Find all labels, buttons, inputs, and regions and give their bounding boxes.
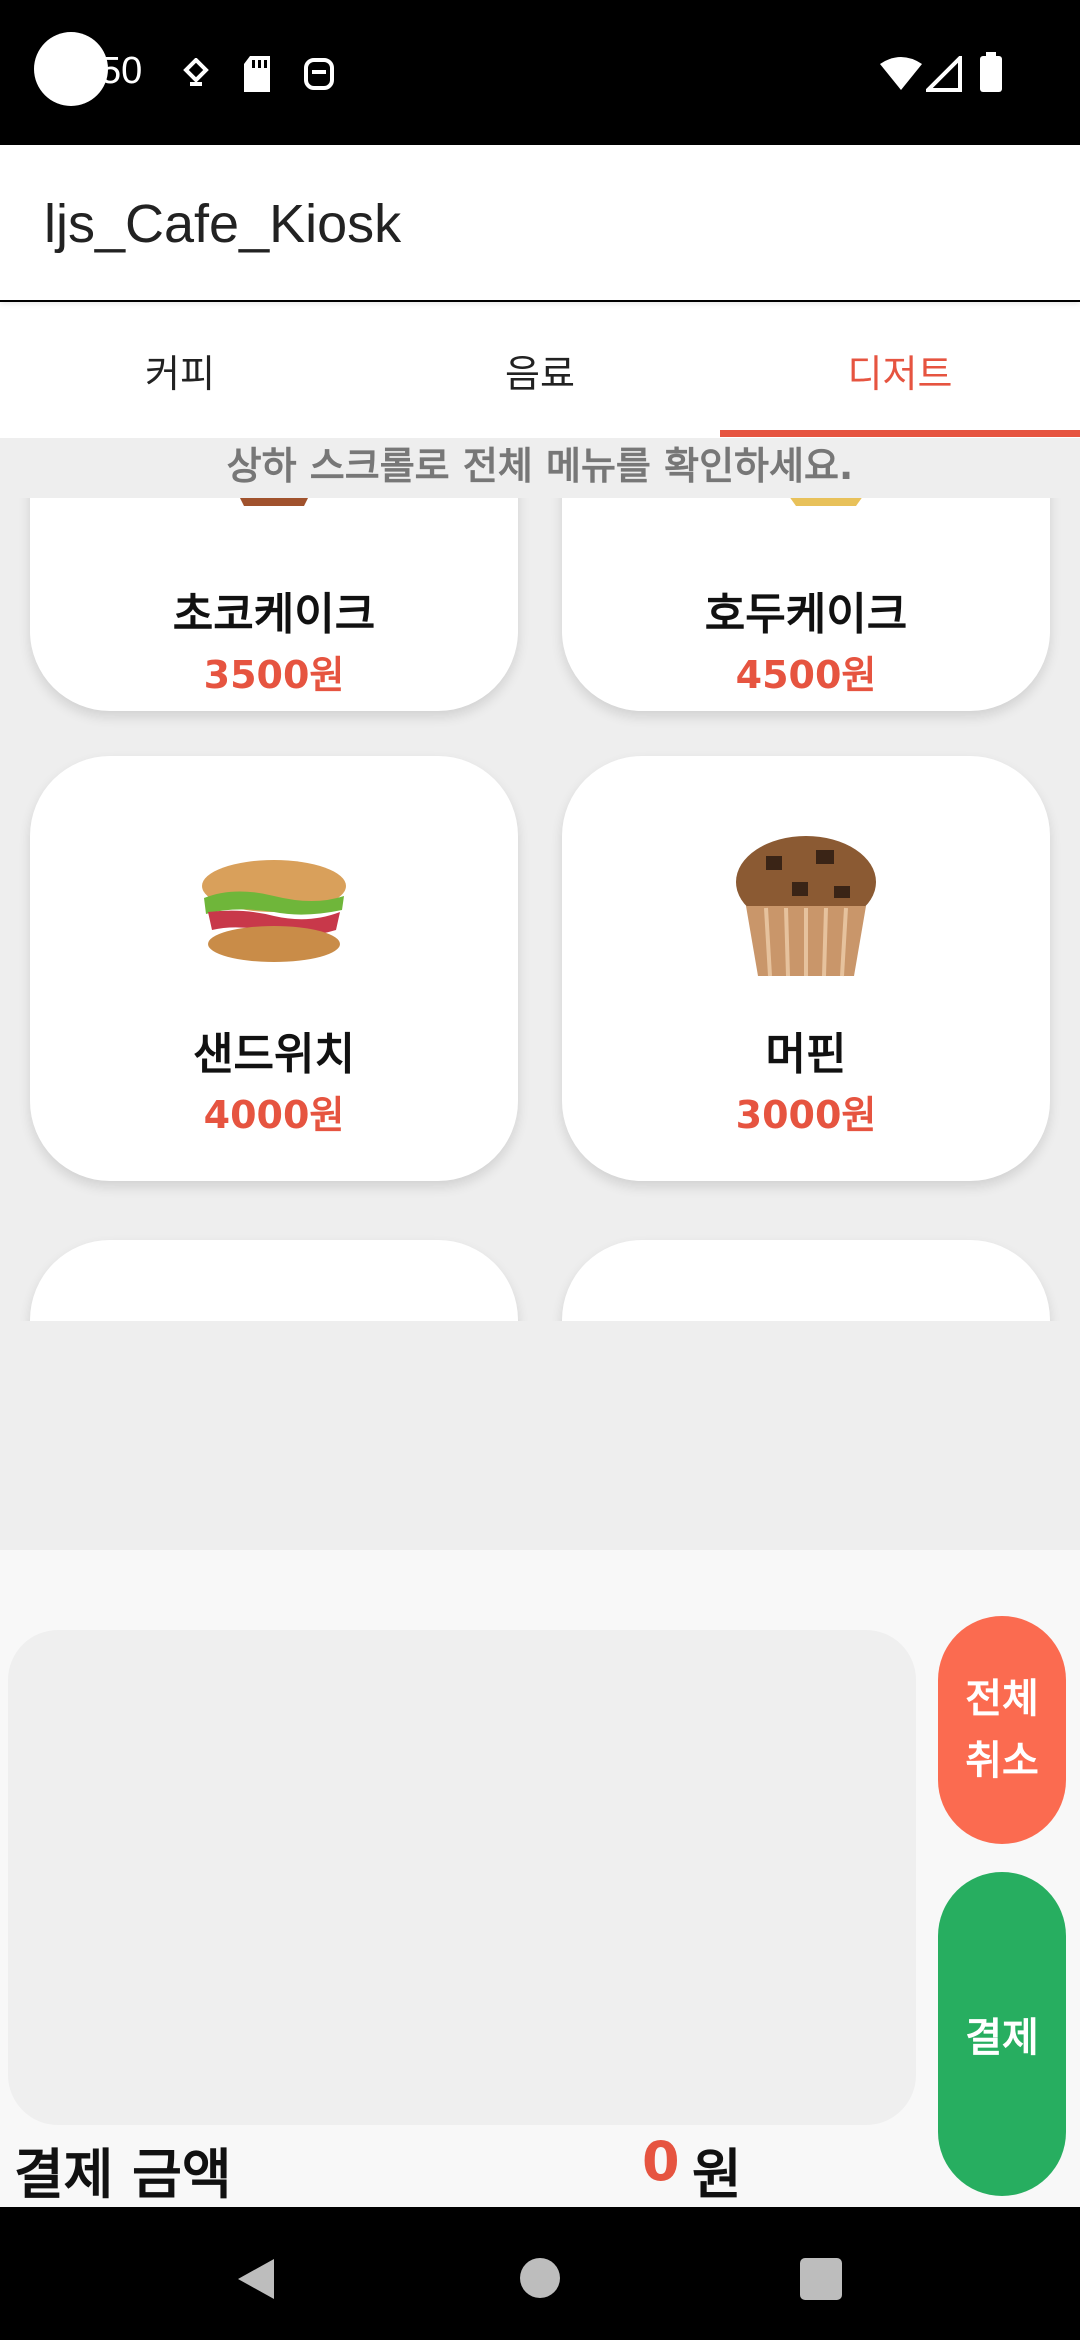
cancel-all-button[interactable]: 전체 취소 [938, 1616, 1066, 1844]
menu-item-name: 샌드위치 [193, 1029, 355, 1080]
tab-coffee[interactable]: 커피 [0, 302, 360, 438]
app-title: ljs_Cafe_Kiosk [44, 194, 402, 254]
menu-item-partial[interactable] [30, 1240, 518, 1321]
menu-item-walnut-cake[interactable]: 호두케이크 4500원 [562, 498, 1050, 711]
face-icon [304, 58, 334, 90]
device-screen: 50 ljs_Cafe_Kiosk 커피 음료 디저트 상하 스크롤로 전체 메… [0, 0, 1080, 2340]
cake-image [240, 498, 308, 506]
menu-item-price: 3500원 [203, 653, 345, 697]
menu-item-muffin[interactable]: 머핀 3000원 [562, 756, 1050, 1181]
scroll-hint: 상하 스크롤로 전체 메뉴를 확인하세요. [0, 438, 1080, 498]
menu-item-name: 초코케이크 [172, 589, 376, 640]
menu-item-price: 4500원 [735, 653, 877, 697]
order-panel: 전체 취소 결제 결제 금액 0 원 [0, 1550, 1080, 2207]
sd-card-icon [244, 56, 270, 92]
notification-icon [183, 58, 209, 86]
tab-indicator [720, 430, 1080, 437]
back-icon[interactable] [236, 2257, 276, 2301]
signal-icon [926, 56, 962, 92]
battery-icon [980, 52, 1002, 92]
tab-beverage[interactable]: 음료 [360, 302, 720, 438]
menu-item-price: 3000원 [735, 1093, 877, 1137]
app-bar: ljs_Cafe_Kiosk [0, 145, 1080, 300]
tab-dessert[interactable]: 디저트 [720, 302, 1080, 438]
status-time: 50 [100, 50, 143, 92]
camera-cutout [34, 32, 108, 106]
total-label: 결제 금액 [14, 2143, 232, 2206]
menu-item-partial[interactable] [562, 1240, 1050, 1321]
pay-button[interactable]: 결제 [938, 1872, 1066, 2196]
cake-image [790, 498, 862, 506]
menu-item-name: 머핀 [765, 1029, 847, 1080]
navigation-bar [0, 2207, 1080, 2340]
recent-apps-icon[interactable] [800, 2258, 842, 2300]
menu-item-sandwich[interactable]: 샌드위치 4000원 [30, 756, 518, 1181]
menu-area[interactable]: 상하 스크롤로 전체 메뉴를 확인하세요. 초코케이크 3500원 호두케이크 … [0, 438, 1080, 1550]
status-bar: 50 [0, 0, 1080, 145]
menu-item-price: 4000원 [203, 1093, 345, 1137]
wifi-icon [880, 57, 922, 90]
category-tabs: 커피 음료 디저트 [0, 302, 1080, 438]
cart-list[interactable] [8, 1630, 916, 2125]
menu-item-chocolate-cake[interactable]: 초코케이크 3500원 [30, 498, 518, 711]
menu-grid[interactable]: 초코케이크 3500원 호두케이크 4500원 샌드위치 4000원 머핀 30… [0, 498, 1080, 1321]
menu-item-name: 호두케이크 [704, 589, 908, 640]
total-unit: 원 [692, 2143, 742, 2206]
sandwich-image [202, 860, 346, 962]
muffin-image [736, 836, 876, 977]
home-icon[interactable] [520, 2258, 560, 2298]
total-amount: 0 [642, 2130, 680, 2193]
